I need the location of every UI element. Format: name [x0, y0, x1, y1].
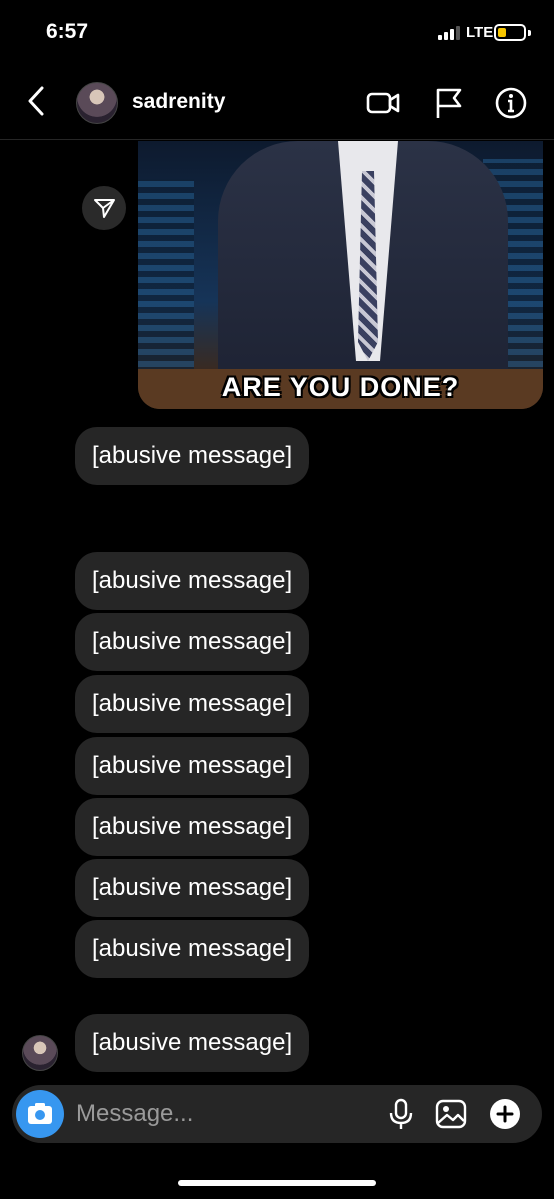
home-indicator: [178, 1180, 376, 1186]
gif-background: [138, 179, 194, 379]
gif-caption: ARE YOU DONE?: [221, 372, 460, 402]
sender-avatar[interactable]: [22, 1035, 58, 1071]
message-bubble[interactable]: [abusive message]: [75, 798, 310, 856]
gallery-icon[interactable]: [434, 1097, 468, 1131]
microphone-icon[interactable]: [384, 1097, 418, 1131]
network-label: LTE: [466, 24, 494, 41]
back-chevron-icon[interactable]: [22, 84, 52, 118]
message-bubble[interactable]: [abusive message]: [75, 552, 310, 610]
gif-message[interactable]: ARE YOU DONE?: [138, 141, 543, 409]
battery-tip: [528, 30, 531, 36]
status-time: 6:57: [46, 20, 89, 43]
message-bubble[interactable]: [abusive message]: [75, 427, 310, 485]
message-bubble[interactable]: [abusive message]: [75, 613, 310, 671]
message-input[interactable]: [76, 1097, 376, 1131]
message-bubble[interactable]: [abusive message]: [75, 1014, 310, 1072]
message-bubble[interactable]: [abusive message]: [75, 859, 310, 917]
signal-icon: [438, 26, 462, 40]
battery-fill: [498, 28, 507, 37]
message-composer: [12, 1085, 542, 1143]
camera-icon[interactable]: [16, 1090, 64, 1138]
battery-icon: [494, 24, 526, 41]
message-bubble[interactable]: [abusive message]: [75, 675, 310, 733]
flag-icon[interactable]: [432, 86, 466, 120]
avatar[interactable]: [76, 82, 118, 124]
message-bubble[interactable]: [abusive message]: [75, 737, 310, 795]
status-bar: 6:57 LTE: [0, 0, 554, 66]
chat-header: sadrenity: [0, 66, 554, 140]
video-call-icon[interactable]: [366, 86, 400, 120]
info-icon[interactable]: [494, 86, 528, 120]
username[interactable]: sadrenity: [132, 90, 225, 114]
plus-icon[interactable]: [488, 1097, 522, 1131]
share-button[interactable]: [82, 186, 126, 230]
message-bubble[interactable]: [abusive message]: [75, 920, 310, 978]
